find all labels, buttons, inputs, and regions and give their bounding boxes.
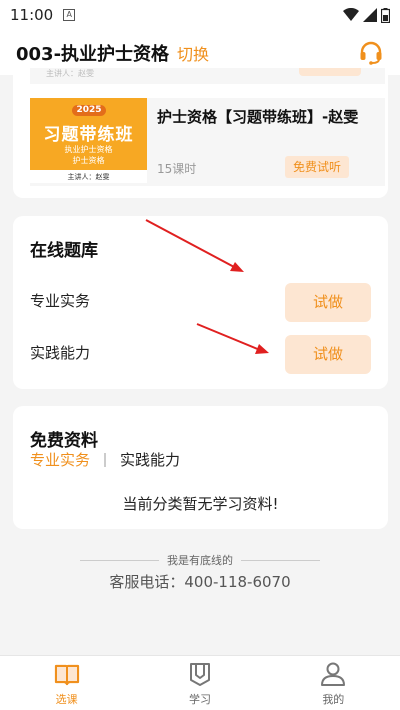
tab-label: 选课	[55, 693, 78, 706]
question-bank-title: 在线题库	[30, 241, 98, 261]
headset-icon[interactable]	[358, 40, 384, 66]
user-icon	[321, 662, 346, 686]
free-materials-card: 免费资料 专业实务 实践能力 当前分类暂无学习资料!	[13, 406, 388, 529]
tab-select-course[interactable]: 选课	[0, 656, 133, 710]
switch-button[interactable]: 切换	[177, 41, 209, 65]
course-thumbnail: 2025 习题带练班 执业护士资格 护士资格 主讲人：赵雯	[30, 98, 147, 183]
book-icon	[54, 664, 79, 686]
thumbnail-lecturer: 主讲人：赵雯	[67, 173, 110, 181]
battery-icon	[381, 7, 390, 23]
free-trial-button[interactable]: 免费试听	[285, 156, 349, 178]
bottom-tab-bar: 选课 学习 我的	[0, 655, 400, 710]
question-bank-item-label: 专业实务	[30, 292, 91, 310]
footer-bottom-line: 我是有底线的	[159, 554, 241, 567]
page-title: 003-执业护士资格	[16, 43, 170, 65]
empty-message: 当前分类暂无学习资料!	[122, 495, 279, 513]
study-icon	[189, 663, 210, 686]
thumbnail-year: 2025	[72, 105, 106, 116]
status-bar: 11:00 A	[0, 0, 400, 30]
previous-course-text: 主讲人：赵雯	[46, 69, 94, 78]
thumbnail-footer: 主讲人：赵雯	[30, 170, 147, 183]
customer-hotline[interactable]: 客服电话：400-118-6070	[0, 571, 400, 592]
wifi-icon	[343, 8, 359, 21]
signal-icon	[363, 8, 377, 22]
course-title[interactable]: 护士资格【习题带练班】-赵雯	[157, 106, 377, 128]
tab-ability[interactable]: 实践能力	[120, 449, 180, 470]
free-materials-title: 免费资料	[30, 431, 98, 451]
free-materials-tabs: 专业实务 实践能力	[30, 449, 180, 470]
course-item[interactable]: 2025 习题带练班 执业护士资格 护士资格 主讲人：赵雯 护士资格【习题带练班…	[30, 98, 385, 186]
tab-study[interactable]: 学习	[133, 656, 266, 710]
footer-note: 我是有底线的	[0, 552, 400, 568]
tab-mine[interactable]: 我的	[267, 656, 400, 710]
tab-practice[interactable]: 专业实务	[30, 449, 90, 470]
tab-label: 我的	[322, 693, 345, 706]
tab-divider	[104, 452, 107, 467]
tab-label: 学习	[188, 693, 211, 706]
status-time: 11:00	[10, 6, 54, 24]
thumbnail-line1: 执业护士资格	[64, 145, 113, 154]
thumbnail-line2: 护士资格	[72, 156, 105, 165]
thumbnail-headline: 习题带练班	[43, 125, 134, 145]
previous-course-item[interactable]: 主讲人：赵雯	[30, 68, 385, 84]
course-lessons: 15课时	[157, 162, 197, 176]
question-bank-card: 在线题库 专业实务 试做 实践能力 试做	[13, 216, 388, 389]
previous-trial-button[interactable]	[299, 68, 361, 76]
question-bank-item-label: 实践能力	[30, 344, 91, 362]
try-button-practice[interactable]: 试做	[285, 283, 371, 322]
status-icons	[343, 7, 390, 23]
sim-icon: A	[63, 9, 76, 21]
course-card: 主讲人：赵雯 2025 习题带练班 执业护士资格 护士资格 主讲人：赵雯 护士资…	[13, 68, 388, 198]
try-button-ability[interactable]: 试做	[285, 335, 371, 374]
